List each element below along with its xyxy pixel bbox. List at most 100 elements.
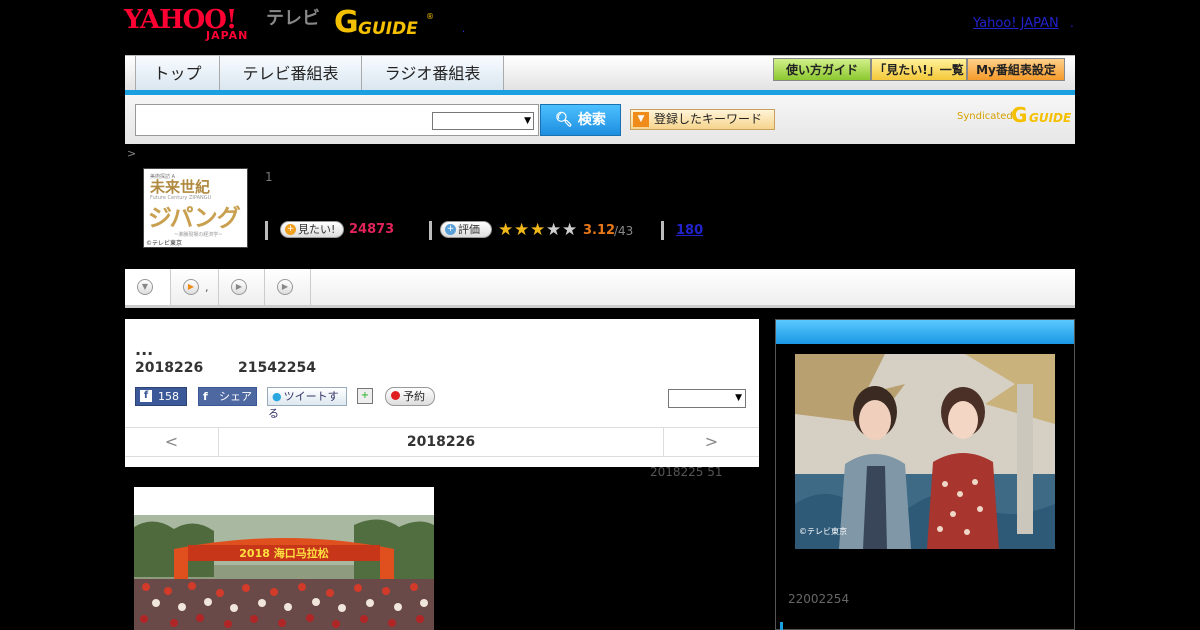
program-subtabs: ▼ ▶, ▶ ▶ <box>125 269 1075 308</box>
saved-keywords-label: 登録したキーワード <box>654 112 763 126</box>
current-date: 2018226 <box>406 434 476 450</box>
facebook-share-label: シェア <box>219 390 252 403</box>
subtab-dot: , <box>205 281 209 294</box>
hosts-photo: ©テレビ東京 <box>795 354 1055 549</box>
review-count-link[interactable]: 180 <box>676 223 703 239</box>
episode-select[interactable]: ▼ <box>668 389 746 408</box>
mitai-label: 見たい! <box>298 223 336 236</box>
facebook-like-button[interactable]: f 158 <box>135 387 187 406</box>
episode-title: ... <box>135 340 154 359</box>
facebook-share-button[interactable]: f シェア <box>198 387 257 406</box>
subtab-1[interactable]: ▼ <box>125 269 171 305</box>
saved-keywords-button[interactable]: ▼ 登録したキーワード <box>630 109 775 130</box>
tab-tv-listings[interactable]: テレビ番組表 <box>220 56 362 91</box>
japan-logo-text: JAPAN <box>206 29 249 42</box>
syndicated-guide-wordmark: GUIDE <box>1029 111 1072 125</box>
star-empty-icon: ★ <box>546 220 562 240</box>
chevron-down-icon: ▼ <box>524 116 531 126</box>
search-button[interactable]: 🔍︎ 検索 <box>540 104 621 136</box>
side-airtime: 22002254 <box>788 592 850 606</box>
facebook-like-count: 158 <box>158 390 179 403</box>
triangle-down-icon: ▼ <box>633 112 649 127</box>
date-navigation: < 2018226 > <box>125 427 759 457</box>
gguide-g-mark: G <box>334 5 359 40</box>
divider <box>429 221 432 240</box>
chevron-down-icon: ▼ <box>137 279 153 295</box>
mitai-count: 24873 <box>349 222 395 237</box>
episode-time: 21542254 <box>238 360 316 376</box>
facebook-icon: f <box>203 390 208 403</box>
search-button-label: 検索 <box>577 112 606 128</box>
record-dot-icon <box>391 391 400 400</box>
search-icon: 🔍︎ <box>555 112 573 128</box>
thumb-subtitle: Future Century ZIPANGU <box>150 195 212 201</box>
syndicated-g-mark: G <box>1011 103 1028 127</box>
thumb-big-title: ジパング <box>148 204 241 232</box>
registered-mark: ® <box>426 12 434 21</box>
mitai-list-button[interactable]: 「見たい!」一覧 <box>871 58 967 81</box>
subtab-3[interactable]: ▶ <box>219 269 265 305</box>
rating-value: 3.12 <box>583 223 616 238</box>
plus-icon: + <box>285 224 296 235</box>
syndicated-gguide-logo: Syndicated G GUIDE <box>957 103 1072 129</box>
updated-timestamp: 2018225 51 <box>650 465 723 479</box>
page: YAHOO! JAPAN テレビ G GUIDE ® . Yahoo! JAPA… <box>0 0 1200 630</box>
breadcrumb[interactable]: > <box>127 147 136 160</box>
marathon-photo-image: 2018 海口马拉松 <box>134 487 434 630</box>
prev-date-button[interactable]: < <box>125 428 219 457</box>
subtab-4[interactable]: ▶ <box>265 269 311 305</box>
my-listings-settings-button[interactable]: My番組表設定 <box>967 58 1065 81</box>
hosts-image: ©テレビ東京 <box>795 354 1055 549</box>
mitai-button[interactable]: + 見たい! <box>280 221 344 238</box>
tab-top[interactable]: トップ <box>135 56 220 91</box>
gguide-logo[interactable]: G GUIDE ® <box>334 6 434 42</box>
star-empty-icon: ★ <box>562 220 578 240</box>
chevron-down-icon: ▼ <box>735 393 742 403</box>
header-link-dot: . <box>1070 16 1074 30</box>
plus-icon: + <box>445 224 456 235</box>
twitter-bird-icon: ● <box>272 390 282 403</box>
next-date-button[interactable]: > <box>663 428 759 457</box>
episode-date: 2018226 <box>135 360 204 376</box>
yahoo-japan-link[interactable]: Yahoo! JAPAN <box>973 16 1059 31</box>
thumb-title: 未来世紀 <box>150 178 211 196</box>
episode-panel: ... 2018226 21542254 f 158 f シェア ● ツイートする +… <box>125 319 759 467</box>
divider <box>661 221 664 240</box>
episode-photo: 2018 海口马拉松 <box>134 487 434 630</box>
reserve-button[interactable]: 予約 <box>385 387 435 406</box>
rate-label: 評価 <box>458 223 480 236</box>
subtab-2[interactable]: ▶, <box>171 269 219 305</box>
tab-radio-listings[interactable]: ラジオ番組表 <box>362 56 504 91</box>
reserve-label: 予約 <box>403 390 425 403</box>
syndicated-text: Syndicated <box>957 111 1013 122</box>
tv-logo-text[interactable]: テレビ <box>266 8 320 30</box>
thumb-caption: ~沸騰現場の経済学~ <box>174 232 223 238</box>
divider <box>265 221 268 240</box>
usage-guide-button[interactable]: 使い方ガイド <box>773 58 871 81</box>
rating-count: /43 <box>614 224 634 238</box>
add-calendar-icon[interactable]: + <box>357 388 373 404</box>
star-filled-icon: ★ <box>514 220 530 240</box>
photo-banner-text: 2018 海口马拉松 <box>239 546 328 560</box>
play-icon: ▶ <box>183 279 199 295</box>
episode-number: 1 <box>265 170 273 184</box>
rate-button[interactable]: + 評価 <box>440 221 492 238</box>
gguide-wordmark: GUIDE <box>358 19 418 39</box>
play-icon: ▶ <box>231 279 247 295</box>
star-filled-icon: ★ <box>498 220 514 240</box>
search-bar: ▼ 🔍︎ 検索 ▼ 登録したキーワード Syndicated G GUIDE <box>125 95 1075 144</box>
header-dot: . <box>462 24 466 35</box>
thumb-credit: ©テレビ東京 <box>146 240 183 247</box>
facebook-icon: f <box>140 390 152 402</box>
side-accent-mark <box>780 622 783 630</box>
side-panel: ©テレビ東京 22002254 <box>775 319 1075 630</box>
search-category-select[interactable]: ▼ <box>432 112 534 130</box>
tweet-button[interactable]: ● ツイートする <box>267 387 347 420</box>
play-icon: ▶ <box>277 279 293 295</box>
hosts-image-credit: ©テレビ東京 <box>799 526 847 536</box>
side-panel-header <box>776 320 1074 344</box>
yahoo-japan-logo[interactable]: YAHOO! JAPAN <box>124 6 264 42</box>
program-thumbnail[interactable]: 美術探訪 A 未来世紀 Future Century ZIPANGU ジパング … <box>143 168 248 248</box>
star-filled-icon: ★ <box>530 220 546 240</box>
global-nav: トップ テレビ番組表 ラジオ番組表 使い方ガイド 「見たい!」一覧 My番組表設… <box>125 55 1075 91</box>
